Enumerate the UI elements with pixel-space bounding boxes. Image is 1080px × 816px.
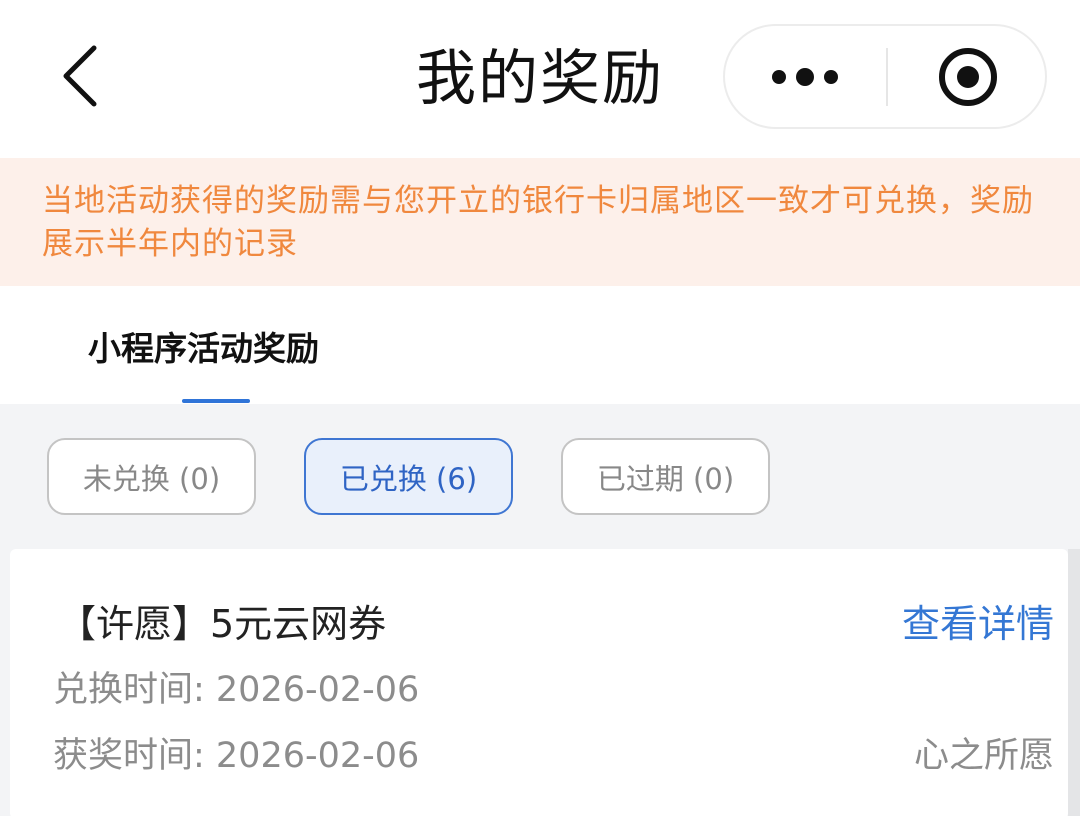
award-time: 获奖时间: 2026-02-06: [53, 736, 420, 776]
close-miniprogram-button[interactable]: [888, 26, 1048, 127]
back-button[interactable]: [40, 30, 120, 122]
more-button[interactable]: [725, 26, 885, 127]
reward-card[interactable]: 【许愿】5元云网券 查看详情 兑换时间: 2026-02-06 获奖时间: 20…: [10, 549, 1068, 816]
notice-banner: 当地活动获得的奖励需与您开立的银行卡归属地区一致才可兑换，奖励展示半年内的记录: [0, 158, 1080, 286]
filter-expired[interactable]: 已过期 (0): [561, 438, 770, 515]
filter-unredeemed[interactable]: 未兑换 (0): [47, 438, 256, 515]
reward-title: 【许愿】5元云网券: [58, 602, 387, 646]
target-close-icon: [939, 47, 997, 106]
more-dots-icon: [772, 67, 838, 86]
tab-active-indicator: [182, 399, 250, 403]
capsule-menu: [723, 24, 1047, 129]
filter-redeemed[interactable]: 已兑换 (6): [304, 438, 513, 515]
reward-list-area: 未兑换 (0) 已兑换 (6) 已过期 (0) 【许愿】5元云网券 查看详情 兑…: [0, 404, 1080, 816]
view-details-link[interactable]: 查看详情: [902, 593, 1054, 648]
chevron-left-icon: [63, 45, 97, 107]
tab-miniprogram-rewards[interactable]: 小程序活动奖励: [88, 322, 319, 370]
nav-bar: 我的奖励: [0, 0, 1080, 158]
redeem-time: 兑换时间: 2026-02-06: [53, 670, 420, 710]
reward-source: 心之所愿: [913, 736, 1054, 776]
tab-bar: 小程序活动奖励: [0, 286, 1080, 404]
notice-text: 当地活动获得的奖励需与您开立的银行卡归属地区一致才可兑换，奖励展示半年内的记录: [42, 183, 1034, 262]
scroll-edge: [1068, 549, 1080, 816]
